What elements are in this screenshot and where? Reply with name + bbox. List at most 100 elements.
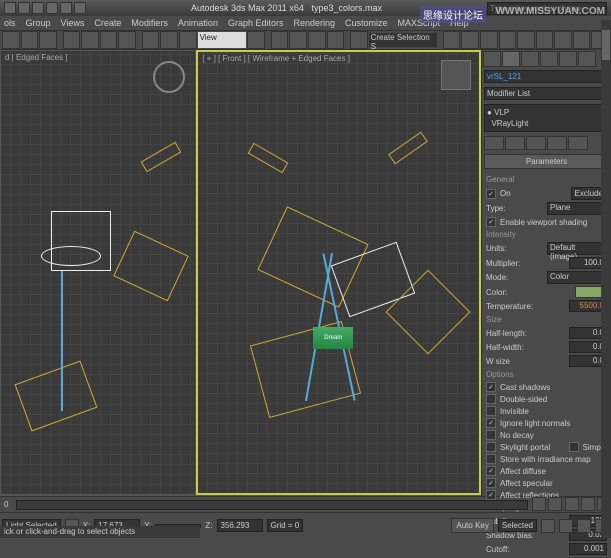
configure-icon[interactable] [568, 136, 588, 150]
render-frame-icon[interactable] [573, 31, 591, 49]
stack-item[interactable]: VRayLight [487, 118, 606, 129]
auto-key-button[interactable]: Auto Key [451, 518, 493, 533]
link-icon[interactable] [2, 31, 20, 49]
app-icon[interactable] [4, 2, 16, 14]
ref-coord-dropdown[interactable]: View [198, 32, 247, 48]
select-name-icon[interactable] [81, 31, 99, 49]
new-icon[interactable] [18, 2, 30, 14]
rotate-icon[interactable] [160, 31, 178, 49]
spinner-snap-icon[interactable] [327, 31, 345, 49]
undo-icon[interactable] [60, 2, 72, 14]
angle-snap-icon[interactable] [289, 31, 307, 49]
invisible-checkbox[interactable] [486, 406, 496, 416]
percent-snap-icon[interactable] [308, 31, 326, 49]
prev-frame-icon[interactable] [548, 497, 562, 511]
type-dropdown[interactable]: Plane [547, 202, 607, 215]
modifier-list-dropdown[interactable]: Modifier List [484, 87, 609, 100]
modify-tab-icon[interactable] [502, 51, 520, 67]
nav-orbit-icon[interactable] [577, 519, 591, 533]
coord-z[interactable]: 356.293 [217, 519, 263, 532]
menu-tools[interactable]: ols [4, 18, 16, 28]
viewport-shading-checkbox[interactable] [486, 217, 496, 227]
create-tab-icon[interactable] [483, 51, 501, 67]
menu-rendering[interactable]: Rendering [293, 18, 335, 28]
unlink-icon[interactable] [21, 31, 39, 49]
affect-specular-checkbox[interactable] [486, 478, 496, 488]
schematic-icon[interactable] [517, 31, 535, 49]
mode-dropdown[interactable]: Color [547, 271, 607, 284]
scale-icon[interactable] [179, 31, 197, 49]
viewport-right[interactable]: [ + ] [ Front ] [ Wireframe + Edged Face… [196, 50, 481, 495]
named-sel-dropdown[interactable]: Create Selection S [369, 33, 437, 47]
layer-icon[interactable] [480, 31, 498, 49]
panel-scrollbar[interactable] [601, 20, 611, 538]
affect-diffuse-checkbox[interactable] [486, 466, 496, 476]
remove-mod-icon[interactable] [547, 136, 567, 150]
menu-animation[interactable]: Animation [178, 18, 218, 28]
menu-group[interactable]: Group [26, 18, 51, 28]
goto-start-icon[interactable] [532, 497, 546, 511]
mirror-icon[interactable] [443, 31, 461, 49]
vp-left-label[interactable]: d | Edged Faces ] [5, 53, 68, 62]
time-slider[interactable] [16, 500, 528, 510]
render-setup-icon[interactable] [554, 31, 572, 49]
menu-create[interactable]: Create [94, 18, 121, 28]
no-decay-checkbox[interactable] [486, 430, 496, 440]
motion-tab-icon[interactable] [540, 51, 558, 67]
view-cube-icon[interactable] [441, 60, 471, 90]
object-name-input[interactable]: vrSL_121 [484, 70, 609, 83]
select-icon[interactable] [63, 31, 81, 49]
display-tab-icon[interactable] [559, 51, 577, 67]
bind-icon[interactable] [39, 31, 57, 49]
open-icon[interactable] [32, 2, 44, 14]
on-checkbox[interactable] [486, 189, 496, 199]
window-cross-icon[interactable] [118, 31, 136, 49]
move-icon[interactable] [142, 31, 160, 49]
named-sel-icon[interactable] [350, 31, 368, 49]
simple-checkbox[interactable] [569, 442, 579, 452]
viewport-left[interactable]: d | Edged Faces ] [0, 50, 196, 495]
unique-icon[interactable] [526, 136, 546, 150]
pin-stack-icon[interactable] [484, 136, 504, 150]
vp-right-label[interactable]: [ + ] [ Front ] [ Wireframe + Edged Face… [202, 54, 350, 63]
irradiance-checkbox[interactable] [486, 454, 496, 464]
align-icon[interactable] [461, 31, 479, 49]
stack-item[interactable]: ● VLP [487, 107, 606, 118]
modifier-stack[interactable]: ● VLP VRayLight [484, 104, 609, 132]
double-sided-checkbox[interactable] [486, 394, 496, 404]
nav-pan-icon[interactable] [559, 519, 573, 533]
cutoff-spinner[interactable]: 0.001 [569, 543, 607, 555]
opt-label: Store with irradiance map [500, 455, 607, 464]
opt-label: Double-sided [500, 395, 607, 404]
menu-modifiers[interactable]: Modifiers [131, 18, 168, 28]
play-icon[interactable] [565, 497, 579, 511]
menu-views[interactable]: Views [61, 18, 85, 28]
next-frame-icon[interactable] [581, 497, 595, 511]
selected-mode[interactable]: Selected [498, 519, 537, 532]
pivot-icon[interactable] [247, 31, 265, 49]
show-result-icon[interactable] [505, 136, 525, 150]
steering-wheel-icon[interactable] [153, 61, 185, 93]
parameters-rollout[interactable]: Parameters [484, 154, 609, 169]
cast-shadows-checkbox[interactable] [486, 382, 496, 392]
affect-reflections-checkbox[interactable] [486, 490, 496, 500]
skylight-checkbox[interactable] [486, 442, 496, 452]
color-label: Color: [486, 288, 571, 297]
save-icon[interactable] [46, 2, 58, 14]
snap-icon[interactable] [271, 31, 289, 49]
nav-zoom-icon[interactable] [541, 519, 555, 533]
select-region-icon[interactable] [100, 31, 118, 49]
curve-editor-icon[interactable] [499, 31, 517, 49]
material-icon[interactable] [536, 31, 554, 49]
menu-graph[interactable]: Graph Editors [228, 18, 284, 28]
half-length-label: Half-length: [486, 329, 565, 338]
units-dropdown[interactable]: Default (image) [547, 242, 607, 255]
redo-icon[interactable] [74, 2, 86, 14]
half-width-label: Half-width: [486, 343, 565, 352]
ignore-normals-checkbox[interactable] [486, 418, 496, 428]
options-header: Options [486, 368, 607, 381]
hierarchy-tab-icon[interactable] [521, 51, 539, 67]
menu-customize[interactable]: Customize [345, 18, 388, 28]
utilities-tab-icon[interactable] [578, 51, 596, 67]
menubar: ols Group Views Create Modifiers Animati… [0, 16, 611, 30]
